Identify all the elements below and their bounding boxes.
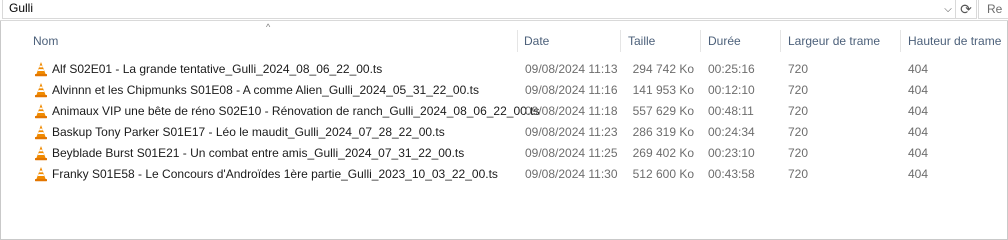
file-size: 512 600 Ko: [632, 167, 694, 181]
file-size: 557 629 Ko: [632, 104, 694, 118]
file-frame-width: 720: [788, 146, 809, 160]
file-date: 09/08/2024 11:30: [525, 167, 618, 181]
file-name: Beyblade Burst S01E21 - Un combat entre …: [52, 146, 465, 160]
file-date: 09/08/2024 11:18: [525, 104, 618, 118]
file-name: Alf S02E01 - La grande tentative_Gulli_2…: [52, 62, 383, 76]
file-duration: 00:24:34: [708, 125, 755, 139]
column-divider[interactable]: [517, 30, 518, 52]
column-divider[interactable]: [620, 30, 621, 52]
vlc-cone-icon: [35, 125, 47, 140]
address-input[interactable]: Gulli ⌵: [2, 0, 956, 19]
vlc-cone-icon: [35, 104, 47, 119]
column-header-name[interactable]: Nom: [33, 30, 58, 52]
sort-ascending-icon: ^: [266, 22, 271, 32]
vlc-cone-icon: [35, 62, 47, 77]
search-placeholder: Re: [987, 2, 1003, 16]
file-size: 294 742 Ko: [632, 62, 694, 76]
file-row[interactable]: Beyblade Burst S01E21 - Un combat entre …: [0, 143, 1008, 164]
file-row[interactable]: Alf S02E01 - La grande tentative_Gulli_2…: [0, 59, 1008, 80]
file-frame-width: 720: [788, 83, 809, 97]
file-frame-height: 404: [908, 83, 929, 97]
column-header-size[interactable]: Taille: [628, 30, 655, 52]
column-header-date[interactable]: Date: [524, 30, 549, 52]
vlc-cone-icon: [35, 83, 47, 98]
file-duration: 00:43:58: [708, 167, 755, 181]
refresh-icon[interactable]: ⟳: [955, 0, 977, 19]
file-frame-height: 404: [908, 125, 929, 139]
column-divider[interactable]: [900, 30, 901, 52]
file-frame-width: 720: [788, 104, 809, 118]
file-row[interactable]: Animaux VIP une bête de réno S02E10 - Ré…: [0, 101, 1008, 122]
file-duration: 00:25:16: [708, 62, 755, 76]
file-date: 09/08/2024 11:25: [525, 146, 618, 160]
file-frame-height: 404: [908, 62, 929, 76]
file-frame-width: 720: [788, 62, 809, 76]
file-frame-height: 404: [908, 104, 929, 118]
file-frame-width: 720: [788, 125, 809, 139]
file-name: Franky S01E58 - Le Concours d'Androïdes …: [52, 167, 498, 181]
file-size: 141 953 Ko: [632, 83, 694, 97]
address-bar: Gulli ⌵ ⟳ Re: [0, 0, 1008, 21]
file-name: Baskup Tony Parker S01E17 - Léo le maudi…: [52, 125, 445, 139]
vlc-cone-icon: [35, 167, 47, 182]
file-row[interactable]: Alvinnn et les Chipmunks S01E08 - A comm…: [0, 80, 1008, 101]
chevron-down-icon[interactable]: ⌵: [941, 1, 955, 17]
file-name: Animaux VIP une bête de réno S02E10 - Ré…: [52, 104, 540, 118]
vlc-cone-icon: [35, 146, 47, 161]
column-divider[interactable]: [780, 30, 781, 52]
file-date: 09/08/2024 11:16: [525, 83, 618, 97]
file-size: 269 402 Ko: [632, 146, 694, 160]
file-frame-height: 404: [908, 146, 929, 160]
file-frame-width: 720: [788, 167, 809, 181]
column-header-frame-width[interactable]: Largeur de trame: [788, 30, 880, 52]
address-path: Gulli: [9, 1, 34, 15]
file-row[interactable]: Baskup Tony Parker S01E17 - Léo le maudi…: [0, 122, 1008, 143]
file-date: 09/08/2024 11:23: [525, 125, 618, 139]
file-date: 09/08/2024 11:13: [525, 62, 618, 76]
file-duration: 00:12:10: [708, 83, 755, 97]
file-name: Alvinnn et les Chipmunks S01E08 - A comm…: [52, 83, 479, 97]
file-size: 286 319 Ko: [632, 125, 694, 139]
file-row[interactable]: Franky S01E58 - Le Concours d'Androïdes …: [0, 164, 1008, 185]
file-frame-height: 404: [908, 167, 929, 181]
column-header-frame-height[interactable]: Hauteur de trame: [908, 30, 1001, 52]
column-divider[interactable]: [700, 30, 701, 52]
search-input[interactable]: Re: [978, 0, 1008, 19]
file-duration: 00:48:11: [708, 104, 754, 118]
file-duration: 00:23:10: [708, 146, 755, 160]
column-header-duration[interactable]: Durée: [708, 30, 741, 52]
